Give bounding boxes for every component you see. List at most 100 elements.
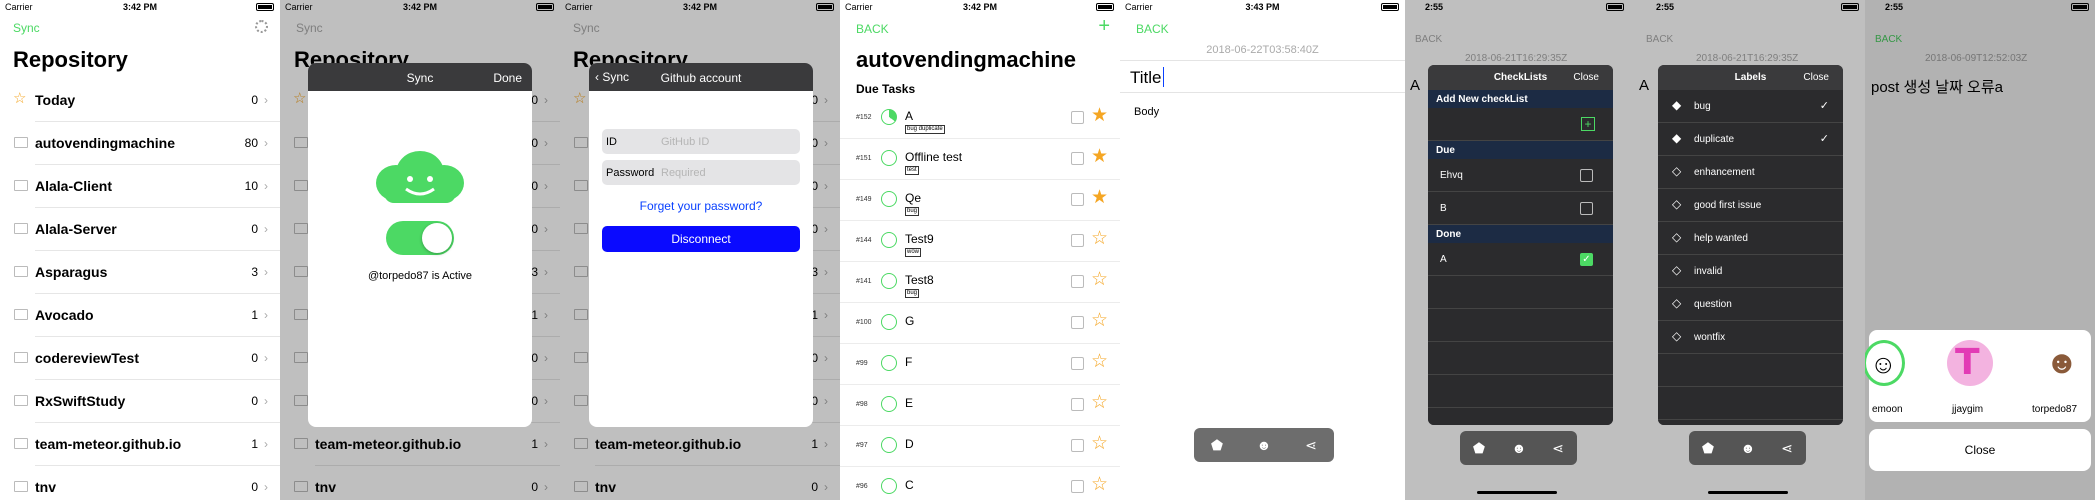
label-item[interactable]: ◇ wontfix [1658, 321, 1843, 354]
checkbox[interactable] [1071, 152, 1084, 165]
repository-row[interactable]: Alala-Client 10 › [0, 165, 280, 208]
label-item[interactable]: ◇ invalid [1658, 255, 1843, 288]
add-icon[interactable]: + [1581, 117, 1595, 131]
avatar[interactable]: T [1947, 340, 1993, 386]
checklist-item[interactable]: Ehvq [1428, 159, 1613, 192]
checkbox[interactable] [1071, 316, 1084, 329]
checkbox[interactable] [1071, 439, 1084, 452]
checklist-item[interactable]: B [1428, 192, 1613, 225]
share-icon[interactable]: ⋖ [1778, 440, 1796, 456]
issue-count: 10 [244, 179, 258, 193]
label-item[interactable]: ◆ duplicate ✓ [1658, 123, 1843, 156]
star-icon[interactable]: ☆ [1091, 229, 1108, 249]
progress-circle-icon[interactable] [881, 191, 897, 207]
task-row[interactable]: #99 F ☆ [840, 344, 1120, 385]
title-input[interactable]: Title [1120, 60, 1405, 93]
share-icon[interactable]: ⋖ [1549, 440, 1567, 456]
forgot-password-link[interactable]: Forget your password? [589, 199, 813, 213]
checkbox[interactable]: ✓ [1580, 253, 1593, 266]
star-icon[interactable]: ☆ [1091, 434, 1108, 454]
star-icon[interactable]: ☆ [1091, 311, 1108, 331]
progress-circle-icon[interactable] [881, 437, 897, 453]
task-row[interactable]: #144 Test9 wow ☆ [840, 221, 1120, 262]
repository-row[interactable]: Avocado 1 › [0, 294, 280, 337]
repository-row[interactable]: Alala-Server 0 › [0, 208, 280, 251]
tag-icon: ◇ [1672, 263, 1682, 277]
tag-icon[interactable]: ⬟ [1470, 440, 1488, 456]
task-row[interactable]: #98 E ☆ [840, 385, 1120, 426]
tag-icon[interactable]: ⬟ [1699, 440, 1717, 456]
star-icon[interactable]: ★ [1091, 188, 1108, 208]
checkbox[interactable] [1071, 398, 1084, 411]
repository-row[interactable]: tnv 0 › [0, 466, 280, 500]
password-field[interactable]: Password Required [602, 160, 800, 185]
star-icon[interactable]: ☆ [1091, 393, 1108, 413]
sync-button[interactable]: Sync [13, 21, 40, 35]
progress-circle-icon[interactable] [881, 109, 897, 125]
id-field[interactable]: ID GitHub ID [602, 129, 800, 154]
add-task-button[interactable]: + [1098, 15, 1110, 38]
done-button[interactable]: Done [493, 71, 522, 85]
checkbox[interactable] [1071, 111, 1084, 124]
avatar[interactable]: ☻ [2037, 340, 2083, 386]
repository-row[interactable]: Asparagus 3 › [0, 251, 280, 294]
progress-circle-icon[interactable] [881, 273, 897, 289]
spinner-icon [255, 20, 268, 33]
checklist-item[interactable]: A ✓ [1428, 243, 1613, 276]
task-row[interactable]: #97 D ☆ [840, 426, 1120, 467]
chevron-right-icon: › [264, 480, 268, 494]
task-row[interactable]: #96 C ☆ [840, 467, 1120, 500]
label-item[interactable]: ◇ good first issue [1658, 189, 1843, 222]
people-icon[interactable]: ☻ [1255, 437, 1273, 453]
progress-circle-icon[interactable] [881, 396, 897, 412]
body-input[interactable]: Body [1134, 106, 1159, 118]
star-icon[interactable]: ☆ [1091, 352, 1108, 372]
progress-circle-icon[interactable] [881, 478, 897, 494]
close-button[interactable]: Close [1869, 429, 2091, 471]
star-icon[interactable]: ☆ [1091, 475, 1108, 495]
active-toggle[interactable] [386, 221, 454, 255]
task-row[interactable]: #149 Qe bug ★ [840, 180, 1120, 221]
star-icon[interactable]: ★ [1091, 147, 1108, 167]
people-icon[interactable]: ☻ [1739, 440, 1757, 456]
issue-number: #97 [856, 442, 868, 449]
tag-icon[interactable]: ⬟ [1208, 437, 1226, 453]
progress-circle-icon[interactable] [881, 150, 897, 166]
checkbox[interactable] [1580, 202, 1593, 215]
checkbox[interactable] [1071, 275, 1084, 288]
checkbox[interactable] [1071, 234, 1084, 247]
star-icon[interactable]: ☆ [1091, 270, 1108, 290]
repository-row[interactable]: RxSwiftStudy 0 › [0, 380, 280, 423]
label-item[interactable]: ◇ question [1658, 288, 1843, 321]
avatar[interactable]: ☺ [1865, 340, 1905, 386]
task-row[interactable]: #141 Test8 bug ☆ [840, 262, 1120, 303]
modal-header: Sync Done [308, 63, 532, 91]
progress-circle-icon[interactable] [881, 314, 897, 330]
checkbox[interactable] [1071, 193, 1084, 206]
task-row[interactable]: #152 Abug duplicate ★ [840, 98, 1120, 139]
checkbox[interactable] [1071, 357, 1084, 370]
back-button[interactable]: BACK [1136, 22, 1169, 36]
label-item[interactable]: ◇ help wanted [1658, 222, 1843, 255]
task-title: Test9 [905, 232, 934, 246]
chevron-right-icon: › [264, 93, 268, 107]
repository-row[interactable]: codereviewTest 0 › [0, 337, 280, 380]
progress-circle-icon[interactable] [881, 355, 897, 371]
share-icon[interactable]: ⋖ [1302, 437, 1320, 453]
checkbox[interactable] [1580, 169, 1593, 182]
label-item[interactable]: ◆ bug ✓ [1658, 90, 1843, 123]
task-row[interactable]: #151 Offline test test ★ [840, 139, 1120, 180]
progress-circle-icon[interactable] [881, 232, 897, 248]
star-icon[interactable]: ★ [1091, 106, 1108, 126]
repository-row[interactable]: autovendingmachine 80 › [0, 122, 280, 165]
repository-row[interactable]: team-meteor.github.io 1 › [0, 423, 280, 466]
label-item[interactable]: ◇ enhancement [1658, 156, 1843, 189]
back-button[interactable]: BACK [856, 22, 889, 36]
checkbox[interactable] [1071, 480, 1084, 493]
close-button[interactable]: Close [1803, 72, 1829, 83]
disconnect-button[interactable]: Disconnect [602, 226, 800, 252]
close-button[interactable]: Close [1573, 72, 1599, 83]
repository-row[interactable]: ☆ Today 0 › [0, 79, 280, 122]
task-row[interactable]: #100 G ☆ [840, 303, 1120, 344]
people-icon[interactable]: ☻ [1510, 440, 1528, 456]
